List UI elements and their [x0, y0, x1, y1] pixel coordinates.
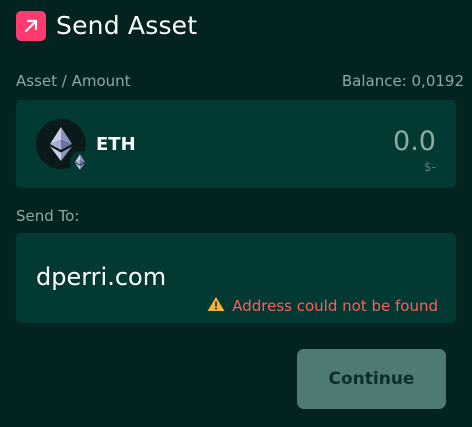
asset-selector[interactable]: ETH	[36, 119, 136, 173]
arrow-up-right-icon	[16, 11, 46, 41]
asset-amount-card[interactable]: ETH 0.0 $-	[16, 100, 456, 188]
send-asset-panel: Send Asset Asset / Amount Balance: 0,019…	[0, 0, 472, 427]
continue-button[interactable]: Continue	[297, 349, 446, 409]
ethereum-icon	[36, 119, 90, 173]
address-error-message: Address could not be found	[232, 297, 438, 315]
send-to-label: Send To:	[16, 207, 80, 225]
asset-symbol: ETH	[96, 133, 136, 155]
header: Send Asset	[16, 10, 197, 42]
address-error: Address could not be found	[207, 296, 438, 316]
fiat-value: $-	[424, 160, 436, 174]
asset-amount-label: Asset / Amount	[16, 72, 131, 90]
address-input[interactable]: dperri.com	[36, 263, 166, 291]
page-title: Send Asset	[56, 11, 198, 40]
amount-input[interactable]: 0.0	[393, 126, 436, 157]
send-to-card[interactable]: dperri.com Address could not be found	[16, 233, 456, 323]
ethereum-network-icon	[70, 151, 90, 173]
balance-label: Balance: 0,0192	[341, 72, 464, 90]
asset-amount-label-row: Asset / Amount Balance: 0,0192	[16, 72, 464, 90]
warning-icon	[207, 296, 225, 316]
